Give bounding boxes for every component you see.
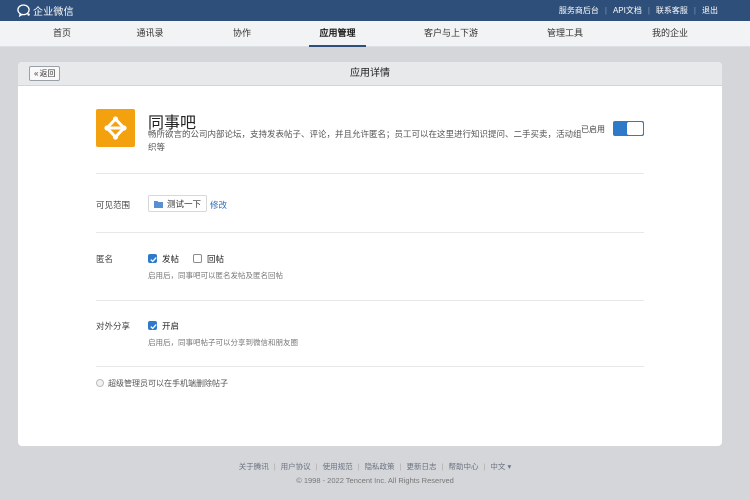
brand-name: 企业微信 (33, 7, 74, 18)
app-description: 畅所欲言的公司内部论坛，支持发表帖子、评论，并且允许匿名；员工可以在这里进行知识… (148, 129, 582, 152)
top-links: 服务商后台 | API文档 | 联系客服 | 退出 (553, 5, 724, 16)
double-chevron-left-icon: « (34, 69, 39, 78)
nav-customers[interactable]: 客户与上下游 (418, 21, 484, 47)
page-title: 应用详情 (350, 68, 390, 79)
toggle-knob (627, 122, 643, 135)
share-hint: 启用后，同事吧帖子可以分享到微信和朋友圈 (148, 338, 298, 347)
footer-user-agreement-link[interactable]: 用户协议 (276, 461, 316, 472)
copyright: © 1998 - 2022 Tencent Inc. All Rights Re… (296, 476, 454, 485)
panel-header: 应用详情 « 返回 (18, 62, 722, 86)
api-docs-link[interactable]: API文档 (607, 5, 648, 16)
top-bar: 企业微信 服务商后台 | API文档 | 联系客服 | 退出 (0, 0, 750, 21)
scope-chip-label: 测试一下 (167, 198, 202, 209)
enable-toggle[interactable] (613, 121, 644, 136)
app-icon (96, 109, 135, 147)
anonymous-label: 匿名 (96, 254, 114, 264)
scope-label: 可见范围 (96, 200, 131, 210)
app-detail-panel: 应用详情 « 返回 同事吧 畅所欲言的公司内部论坛，支持发表帖子、评论，并且允许… (18, 62, 722, 446)
share-enable-label[interactable]: 开启 (162, 320, 179, 332)
nav-contacts[interactable]: 通讯录 (130, 21, 170, 47)
divider (96, 300, 644, 301)
anonymous-hint: 启用后，同事吧可以匿名发帖及匿名回帖 (148, 271, 283, 280)
checkmark-icon (150, 324, 157, 330)
anonymous-post-checkbox[interactable] (148, 254, 157, 263)
footer-links: 关于腾讯 | 用户协议 | 使用规范 | 隐私政策 | 更新日志 | 帮助中心 … (0, 461, 750, 472)
provider-backend-link[interactable]: 服务商后台 (553, 5, 605, 16)
nav-management-tools[interactable]: 管理工具 (540, 21, 590, 47)
anonymous-post-label[interactable]: 发帖 (162, 253, 179, 265)
share-label: 对外分享 (96, 321, 131, 331)
checkmark-icon (150, 257, 157, 263)
back-button[interactable]: « 返回 (29, 66, 61, 81)
language-selector[interactable]: 中文 ▾ (485, 461, 516, 472)
contact-support-link[interactable]: 联系客服 (650, 5, 694, 16)
back-label: 返回 (39, 69, 56, 78)
folder-icon (154, 200, 163, 208)
scope-chip: 测试一下 (148, 195, 208, 212)
wecom-logo-icon (17, 4, 30, 17)
nav-home[interactable]: 首页 (44, 21, 80, 47)
divider (96, 366, 644, 367)
footer-help-link[interactable]: 帮助中心 (443, 461, 483, 472)
nav-my-company[interactable]: 我的企业 (645, 21, 695, 47)
share-nodes-icon (104, 116, 127, 140)
admin-delete-radio[interactable] (96, 379, 104, 387)
footer-privacy-link[interactable]: 隐私政策 (360, 461, 400, 472)
brand[interactable]: 企业微信 (17, 4, 74, 18)
divider (96, 232, 644, 233)
modify-scope-link[interactable]: 修改 (210, 199, 227, 211)
share-enable-checkbox[interactable] (148, 321, 157, 330)
anonymous-reply-checkbox[interactable] (193, 254, 202, 263)
logout-link[interactable]: 退出 (696, 5, 724, 16)
nav-collaboration[interactable]: 协作 (225, 21, 259, 47)
nav-app-management[interactable]: 应用管理 (309, 21, 366, 47)
admin-delete-label: 超级管理员可以在手机端删除帖子 (108, 379, 228, 388)
divider (96, 173, 644, 174)
footer-usage-rules-link[interactable]: 使用规范 (318, 461, 358, 472)
main-nav: 首页 通讯录 协作 应用管理 客户与上下游 管理工具 我的企业 (0, 21, 750, 47)
footer-about-link[interactable]: 关于腾讯 (234, 461, 274, 472)
footer-changelog-link[interactable]: 更新日志 (402, 461, 442, 472)
anonymous-reply-label[interactable]: 回帖 (207, 253, 224, 265)
enabled-status-label: 已启用 (581, 125, 605, 134)
